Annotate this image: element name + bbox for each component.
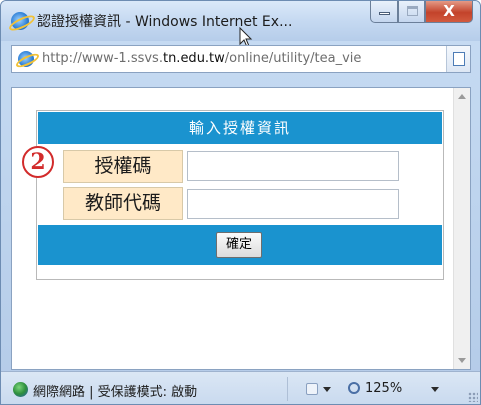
title-bar: 認證授權資訊 - Windows Internet Ex... X bbox=[1, 1, 480, 48]
chevron-down-icon[interactable] bbox=[323, 387, 331, 392]
close-icon: X bbox=[443, 2, 455, 20]
ie-logo-icon bbox=[11, 12, 29, 30]
minimize-button[interactable] bbox=[370, 1, 398, 23]
address-url[interactable]: http://www-1.ssvs.tn.edu.tw/online/utili… bbox=[42, 51, 446, 66]
zoom-icon[interactable] bbox=[348, 382, 360, 394]
addon-icon[interactable] bbox=[306, 383, 318, 395]
address-bar[interactable]: http://www-1.ssvs.tn.edu.tw/online/utili… bbox=[11, 45, 471, 73]
close-button[interactable]: X bbox=[425, 1, 473, 23]
maximize-icon bbox=[407, 6, 418, 16]
browser-window: 認證授權資訊 - Windows Internet Ex... X http:/… bbox=[0, 0, 481, 405]
zoom-level[interactable]: 125% bbox=[365, 381, 402, 396]
zoom-chevron-down-icon[interactable] bbox=[431, 387, 439, 392]
resize-grip[interactable] bbox=[468, 392, 478, 402]
compatibility-view-icon[interactable] bbox=[446, 46, 470, 72]
confirm-button[interactable]: 確定 bbox=[216, 232, 262, 258]
url-path: /online/utility/tea_vie bbox=[224, 51, 362, 66]
minimize-icon bbox=[379, 12, 390, 15]
auth-code-label: 授權碼 bbox=[63, 150, 183, 183]
ie-page-icon bbox=[18, 51, 34, 67]
vertical-scrollbar[interactable] bbox=[453, 88, 470, 369]
window-title: 認證授權資訊 - Windows Internet Ex... bbox=[37, 14, 293, 30]
globe-icon bbox=[13, 382, 28, 397]
status-divider bbox=[287, 377, 288, 401]
step-badge: 2 bbox=[22, 146, 54, 178]
auth-form: 輸入授權資訊 授權碼 教師代碼 確定 bbox=[36, 110, 444, 280]
teacher-code-label: 教師代碼 bbox=[63, 187, 183, 220]
auth-code-input[interactable] bbox=[187, 151, 399, 181]
scroll-up-icon[interactable] bbox=[458, 94, 466, 99]
url-domain: tn.edu.tw bbox=[162, 51, 225, 66]
page-viewport: 輸入授權資訊 授權碼 教師代碼 確定 2 bbox=[11, 87, 471, 370]
maximize-button[interactable] bbox=[398, 1, 425, 23]
teacher-code-input[interactable] bbox=[187, 189, 399, 219]
form-footer: 確定 bbox=[38, 225, 442, 265]
scroll-down-icon[interactable] bbox=[458, 358, 466, 363]
url-prefix: http://www-1.ssvs. bbox=[42, 51, 163, 66]
form-header: 輸入授權資訊 bbox=[38, 112, 442, 144]
status-bar: 網際網路 | 受保護模式: 啟動 125% bbox=[1, 371, 480, 404]
security-zone-status: 網際網路 | 受保護模式: 啟動 bbox=[33, 385, 198, 400]
